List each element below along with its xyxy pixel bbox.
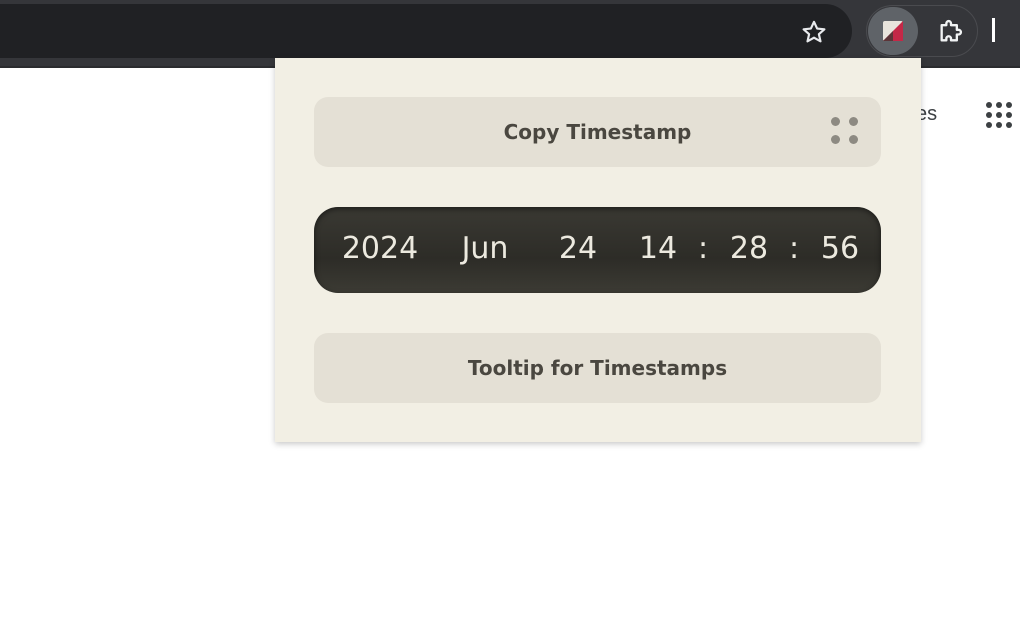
- extensions-menu-button[interactable]: [928, 8, 974, 54]
- tooltip-timestamps-label: Tooltip for Timestamps: [467, 356, 728, 380]
- hour-value[interactable]: 14: [639, 231, 677, 267]
- profile-indicator[interactable]: [992, 18, 995, 42]
- day-value[interactable]: 24: [559, 231, 597, 267]
- time-separator: :: [788, 231, 800, 266]
- tooltip-timestamps-button[interactable]: Tooltip for Timestamps: [314, 333, 881, 403]
- star-outline-icon: [802, 20, 826, 43]
- time-separator: :: [697, 231, 709, 266]
- month-value[interactable]: Jun: [462, 231, 509, 267]
- copy-timestamp-button[interactable]: Copy Timestamp: [314, 97, 881, 167]
- apps-grid-icon[interactable]: [986, 102, 1016, 132]
- copy-timestamp-label: Copy Timestamp: [503, 120, 692, 144]
- minute-value[interactable]: 28: [730, 231, 768, 267]
- year-value[interactable]: 2024: [342, 231, 418, 267]
- bookmark-star-button[interactable]: [794, 12, 834, 52]
- second-value[interactable]: 56: [821, 231, 859, 267]
- timestamp-display: 2024 Jun 24 14 : 28 : 56: [314, 207, 881, 293]
- puzzle-piece-icon: [940, 19, 963, 42]
- drag-dots-icon[interactable]: [831, 117, 861, 147]
- timestamp-extension-icon: [883, 21, 903, 41]
- address-bar[interactable]: [0, 4, 852, 58]
- timestamp-extension-button[interactable]: [868, 7, 918, 55]
- timestamp-popup: Copy Timestamp 2024 Jun 24 14 : 28 : 56 …: [275, 58, 921, 442]
